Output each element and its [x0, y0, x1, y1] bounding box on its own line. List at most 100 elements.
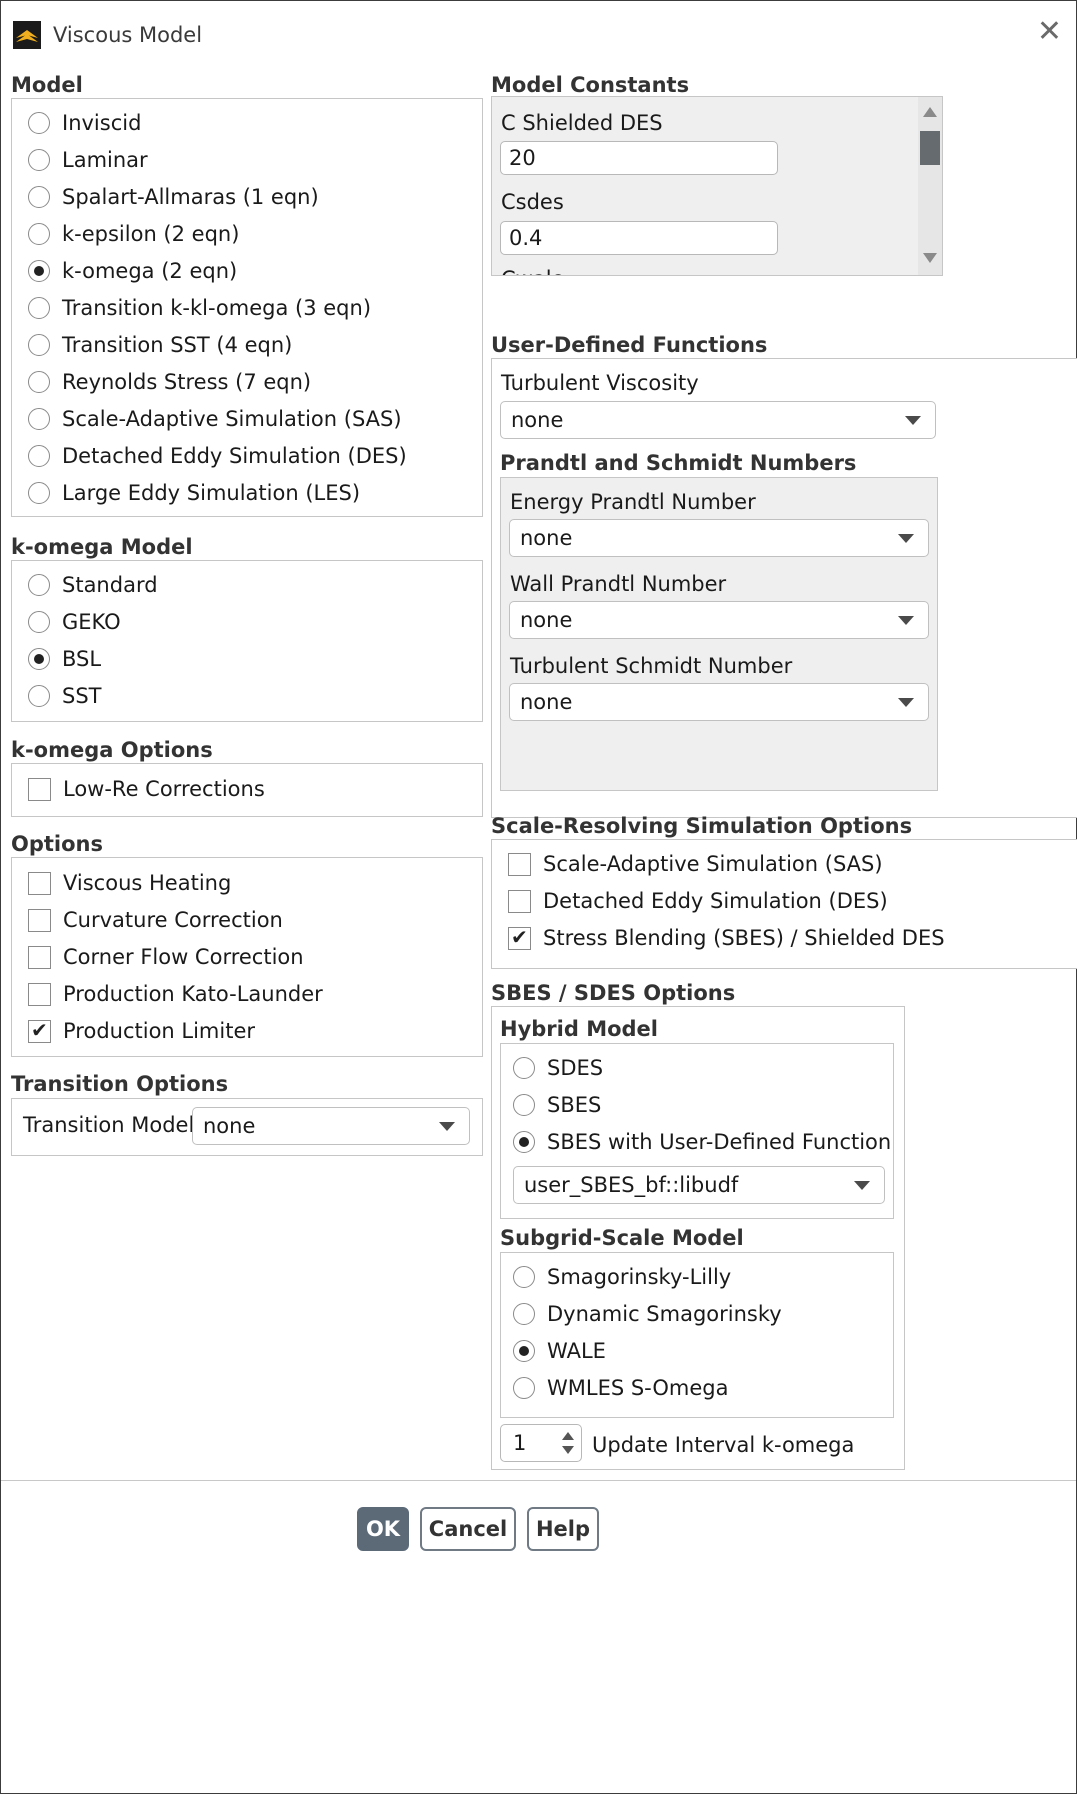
radio-button[interactable]: [28, 445, 50, 467]
radio-button[interactable]: [28, 297, 50, 319]
dropdown-value: none: [520, 526, 573, 550]
hybrid-option-sdes[interactable]: SDES: [513, 1056, 603, 1080]
option-label: Transition SST (4 eqn): [62, 333, 293, 357]
radio-button[interactable]: [513, 1377, 535, 1399]
subgrid-group: Smagorinsky-Lilly Dynamic Smagorinsky WA…: [500, 1252, 894, 1418]
checkbox[interactable]: [28, 777, 51, 801]
radio-button[interactable]: [28, 482, 50, 504]
sbes-udf-dropdown[interactable]: user_SBES_bf::libudf: [513, 1166, 885, 1204]
model-heading: Model: [11, 73, 83, 97]
model-option-inviscid[interactable]: Inviscid: [28, 111, 141, 135]
c-shielded-des-field[interactable]: 20: [500, 141, 778, 175]
komega-option-bsl[interactable]: BSL: [28, 647, 101, 671]
subgrid-option-wmles[interactable]: WMLES S-Omega: [513, 1376, 728, 1400]
checkbox-checked[interactable]: [508, 925, 531, 950]
radio-button-selected[interactable]: [513, 1131, 535, 1153]
hybrid-option-sbes[interactable]: SBES: [513, 1093, 601, 1117]
radio-button-selected[interactable]: [28, 648, 50, 670]
energy-prandtl-dropdown[interactable]: none: [509, 519, 929, 557]
radio-button[interactable]: [513, 1057, 535, 1079]
radio-button[interactable]: [28, 149, 50, 171]
transition-options-heading: Transition Options: [11, 1072, 229, 1096]
model-option-transition-kklomega[interactable]: Transition k-kl-omega (3 eqn): [28, 296, 371, 320]
subgrid-option-dynamic-smagorinsky[interactable]: Dynamic Smagorinsky: [513, 1302, 782, 1326]
radio-button[interactable]: [28, 611, 50, 633]
radio-button[interactable]: [28, 574, 50, 596]
spinner-arrows-icon[interactable]: [561, 1429, 575, 1457]
scroll-up-icon[interactable]: [923, 107, 937, 117]
model-option-reynolds-stress[interactable]: Reynolds Stress (7 eqn): [28, 370, 311, 394]
model-option-spalart[interactable]: Spalart-Allmaras (1 eqn): [28, 185, 319, 209]
scroll-down-icon[interactable]: [923, 253, 937, 263]
model-option-des[interactable]: Detached Eddy Simulation (DES): [28, 444, 407, 468]
viscous-heating-checkbox[interactable]: Viscous Heating: [28, 871, 231, 895]
option-label: WALE: [547, 1339, 606, 1363]
checkbox[interactable]: [28, 908, 51, 932]
options-group: Viscous Heating Curvature Correction Cor…: [11, 857, 483, 1057]
checkbox-checked[interactable]: [28, 1018, 51, 1043]
option-label: Inviscid: [62, 111, 142, 135]
checkbox[interactable]: [28, 982, 51, 1006]
update-interval-spinner[interactable]: 1: [500, 1424, 582, 1462]
constants-scrollbar[interactable]: [918, 97, 942, 275]
subgrid-option-smagorinsky-lilly[interactable]: Smagorinsky-Lilly: [513, 1265, 731, 1289]
subgrid-option-wale[interactable]: WALE: [513, 1339, 606, 1363]
transition-model-dropdown[interactable]: none: [192, 1107, 470, 1145]
radio-button[interactable]: [28, 223, 50, 245]
radio-button[interactable]: [28, 371, 50, 393]
radio-button[interactable]: [28, 112, 50, 134]
option-label: Stress Blending (SBES) / Shielded DES: [543, 926, 945, 950]
csdes-field[interactable]: 0.4: [500, 221, 778, 255]
production-kato-launder-checkbox[interactable]: Production Kato-Launder: [28, 982, 323, 1006]
help-button[interactable]: Help: [527, 1507, 599, 1551]
model-option-les[interactable]: Large Eddy Simulation (LES): [28, 481, 360, 505]
dropdown-value: none: [203, 1114, 256, 1138]
radio-button[interactable]: [513, 1303, 535, 1325]
radio-button[interactable]: [28, 408, 50, 430]
corner-flow-correction-checkbox[interactable]: Corner Flow Correction: [28, 945, 304, 969]
model-option-kepsilon[interactable]: k-epsilon (2 eqn): [28, 222, 239, 246]
option-label: SBES with User-Defined Function: [547, 1130, 892, 1154]
checkbox[interactable]: [28, 871, 51, 895]
chevron-down-icon: [439, 1122, 455, 1131]
curvature-correction-checkbox[interactable]: Curvature Correction: [28, 908, 283, 932]
scroll-thumb[interactable]: [920, 131, 940, 165]
komega-options-group: Low-Re Corrections: [11, 763, 483, 817]
komega-option-geko[interactable]: GEKO: [28, 610, 121, 634]
ok-button[interactable]: OK: [357, 1507, 409, 1551]
turbulent-viscosity-dropdown[interactable]: none: [500, 401, 936, 439]
srs-sbes-checkbox[interactable]: Stress Blending (SBES) / Shielded DES: [508, 925, 945, 950]
checkbox[interactable]: [508, 889, 531, 913]
komega-option-sst[interactable]: SST: [28, 684, 102, 708]
model-option-sas[interactable]: Scale-Adaptive Simulation (SAS): [28, 407, 402, 431]
model-option-transition-sst[interactable]: Transition SST (4 eqn): [28, 333, 292, 357]
production-limiter-checkbox[interactable]: Production Limiter: [28, 1018, 255, 1043]
option-label: Scale-Adaptive Simulation (SAS): [543, 852, 883, 876]
radio-button[interactable]: [28, 186, 50, 208]
komega-model-group: Standard GEKO BSL SST: [11, 560, 483, 722]
radio-button-selected[interactable]: [513, 1340, 535, 1362]
radio-button-selected[interactable]: [28, 260, 50, 282]
cancel-button[interactable]: Cancel: [420, 1507, 516, 1551]
low-re-corrections-checkbox[interactable]: Low-Re Corrections: [28, 777, 265, 801]
model-option-laminar[interactable]: Laminar: [28, 148, 148, 172]
turbulent-schmidt-dropdown[interactable]: none: [509, 683, 929, 721]
srs-sas-checkbox[interactable]: Scale-Adaptive Simulation (SAS): [508, 852, 883, 876]
checkbox[interactable]: [28, 945, 51, 969]
radio-button[interactable]: [28, 685, 50, 707]
srs-des-checkbox[interactable]: Detached Eddy Simulation (DES): [508, 889, 888, 913]
option-label: Laminar: [62, 148, 148, 172]
radio-button[interactable]: [28, 334, 50, 356]
transition-options-group: Transition Model none: [11, 1098, 483, 1156]
dropdown-value: user_SBES_bf::libudf: [524, 1173, 739, 1197]
model-option-komega[interactable]: k-omega (2 eqn): [28, 259, 237, 283]
hybrid-option-sbes-udf[interactable]: SBES with User-Defined Function: [513, 1130, 891, 1154]
wall-prandtl-dropdown[interactable]: none: [509, 601, 929, 639]
komega-option-standard[interactable]: Standard: [28, 573, 158, 597]
close-icon[interactable]: ✕: [1037, 17, 1062, 47]
option-label: k-omega (2 eqn): [62, 259, 238, 283]
radio-button[interactable]: [513, 1266, 535, 1288]
radio-button[interactable]: [513, 1094, 535, 1116]
option-label: Spalart-Allmaras (1 eqn): [62, 185, 319, 209]
checkbox[interactable]: [508, 852, 531, 876]
